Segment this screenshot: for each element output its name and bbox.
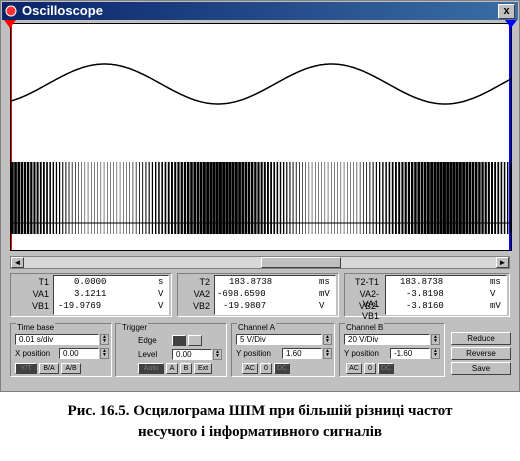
time-base-title: Time base xyxy=(16,323,56,332)
trigger-auto-button[interactable]: Auto xyxy=(138,363,164,374)
channel-b-zero-button[interactable]: 0 xyxy=(364,363,376,374)
channel-b-scale-stepper[interactable]: ▲ ▼ xyxy=(431,334,440,345)
cursor-1-marker-icon[interactable] xyxy=(4,20,18,30)
value-vb1: -19.9769 xyxy=(58,301,102,311)
close-button[interactable]: x xyxy=(498,4,515,19)
scroll-thumb[interactable] xyxy=(261,257,341,268)
oscilloscope-window: Oscilloscope x ◄ ► T1 VA1 VB1 0.0000 s 3… xyxy=(0,0,520,392)
level-stepper[interactable]: ▲ ▼ xyxy=(213,349,222,360)
trigger-b-button[interactable]: B xyxy=(180,363,192,374)
channel-a-scale-stepper[interactable]: ▲ ▼ xyxy=(323,334,332,345)
channel-b-dc-button[interactable]: DC xyxy=(378,363,394,374)
unit-t2: ms xyxy=(319,277,330,287)
label-t2: T2 xyxy=(199,277,210,287)
value-vb2-vb1: -3.8160 xyxy=(406,301,444,311)
unit-t2-t1: ms xyxy=(490,277,501,287)
label-vb1: VB1 xyxy=(31,301,49,311)
channel-a-zero-button[interactable]: 0 xyxy=(260,363,272,374)
label-va2: VA2 xyxy=(193,289,210,299)
unit-vb1: V xyxy=(158,301,164,311)
value-va1: 3.1211 xyxy=(74,289,107,299)
measurement-diff-panel: T2-T1 VA2-VA1 VB2-VB1 183.8738 ms -3.819… xyxy=(344,273,510,321)
channel-a-title: Channel A xyxy=(237,323,276,332)
channel-a-ac-button[interactable]: AC xyxy=(242,363,258,374)
value-t1: 0.0000 xyxy=(74,277,107,287)
channel-b-trace xyxy=(11,162,511,234)
cursor-2-marker-icon[interactable] xyxy=(505,20,519,30)
trigger-ext-button[interactable]: Ext xyxy=(194,363,212,374)
horizontal-scrollbar[interactable]: ◄ ► xyxy=(10,256,510,269)
edge-label: Edge xyxy=(138,336,157,345)
time-base-stepper[interactable]: ▲ ▼ xyxy=(100,334,109,345)
channel-a-ypos-stepper[interactable]: ▲ ▼ xyxy=(323,348,332,359)
label-t1: T1 xyxy=(38,277,49,287)
level-label: Level xyxy=(138,350,158,359)
label-va1: VA1 xyxy=(32,289,49,299)
level-field[interactable]: 0.00 xyxy=(172,349,212,360)
edge-rising-button[interactable] xyxy=(172,335,186,346)
oscilloscope-app-icon xyxy=(5,5,17,17)
trigger-title: Trigger xyxy=(121,323,149,332)
unit-va2-va1: V xyxy=(490,289,496,299)
channel-b-ypos-field[interactable]: -1.60 xyxy=(390,348,430,359)
unit-t1: s xyxy=(158,277,164,287)
mode-ab-button[interactable]: A/B xyxy=(61,363,81,374)
channel-b-scale-field[interactable]: 20 V/Div xyxy=(344,334,430,345)
value-va2-va1: -3.8198 xyxy=(406,289,444,299)
readout-t1: 0.0000 s 3.1211 V -19.9769 V xyxy=(53,275,169,315)
x-position-label: X position xyxy=(15,349,51,358)
window-title: Oscilloscope xyxy=(22,3,103,18)
value-t2: 183.8738 xyxy=(229,277,273,287)
unit-vb2: V xyxy=(319,301,325,311)
mode-yt-button[interactable]: Y/T xyxy=(15,363,37,374)
time-base-group: Time base 0.01 s/div ▲ ▼ X position 0.00 … xyxy=(10,323,112,377)
channel-a-group: Channel A 5 V/Div ▲ ▼ Y position 1.60 ▲ ▼ … xyxy=(231,323,335,377)
unit-va2: mV xyxy=(319,289,330,299)
oscilloscope-screen xyxy=(10,23,512,251)
channel-a-ypos-label: Y position xyxy=(236,349,271,358)
channel-b-ypos-stepper[interactable]: ▲ ▼ xyxy=(431,348,440,359)
reverse-button[interactable]: Reverse xyxy=(451,347,511,360)
unit-vb2-vb1: mV xyxy=(490,301,501,311)
channel-b-title: Channel B xyxy=(345,323,385,332)
reduce-button[interactable]: Reduce xyxy=(451,332,511,345)
readout-t2: 183.8738 ms -698.6590 mV -19.9807 V xyxy=(214,275,336,315)
value-va2: -698.6590 xyxy=(217,289,266,299)
channel-a-ypos-field[interactable]: 1.60 xyxy=(282,348,322,359)
x-position-stepper[interactable]: ▲ ▼ xyxy=(100,348,109,359)
scroll-right-button[interactable]: ► xyxy=(496,257,509,268)
save-button[interactable]: Save xyxy=(451,362,511,375)
unit-va1: V xyxy=(158,289,164,299)
figure-caption-line-2: несучого і інформативного сигналів xyxy=(137,424,383,440)
value-vb2: -19.9807 xyxy=(223,301,267,311)
label-vb2: VB2 xyxy=(192,301,210,311)
channel-a-scale-field[interactable]: 5 V/Div xyxy=(236,334,322,345)
channel-a-dc-button[interactable]: DC xyxy=(274,363,290,374)
label-vb2-vb1: VB2-VB1 xyxy=(358,301,379,321)
waveform-display xyxy=(11,24,511,250)
edge-falling-button[interactable] xyxy=(188,335,202,346)
x-position-field[interactable]: 0.00 xyxy=(59,348,99,359)
label-t2-t1: T2-T1 xyxy=(354,277,379,287)
title-bar[interactable]: Oscilloscope x xyxy=(2,2,518,20)
channel-b-group: Channel B 20 V/Div ▲ ▼ Y position -1.60 ▲… xyxy=(339,323,445,377)
trigger-group: Trigger Edge Level 0.00 ▲ ▼ Auto A B Ext xyxy=(115,323,227,377)
figure-caption-line-1: Рис. 16.5. Осцилограма ШІМ при більшій р… xyxy=(67,403,453,419)
scroll-left-button[interactable]: ◄ xyxy=(11,257,24,268)
channel-b-ac-button[interactable]: AC xyxy=(346,363,362,374)
readout-diff: 183.8738 ms -3.8198 V -3.8160 mV xyxy=(385,275,507,315)
measurement-t1-panel: T1 VA1 VB1 0.0000 s 3.1211 V -19.9769 V xyxy=(10,273,172,317)
time-base-field[interactable]: 0.01 s/div xyxy=(15,334,99,345)
value-t2-t1: 183.8738 xyxy=(400,277,444,287)
channel-a-trace xyxy=(11,63,511,105)
mode-ba-button[interactable]: B/A xyxy=(39,363,59,374)
channel-b-ypos-label: Y position xyxy=(344,349,379,358)
measurement-t2-panel: T2 VA2 VB2 183.8738 ms -698.6590 mV -19.… xyxy=(177,273,339,317)
trigger-a-button[interactable]: A xyxy=(166,363,178,374)
